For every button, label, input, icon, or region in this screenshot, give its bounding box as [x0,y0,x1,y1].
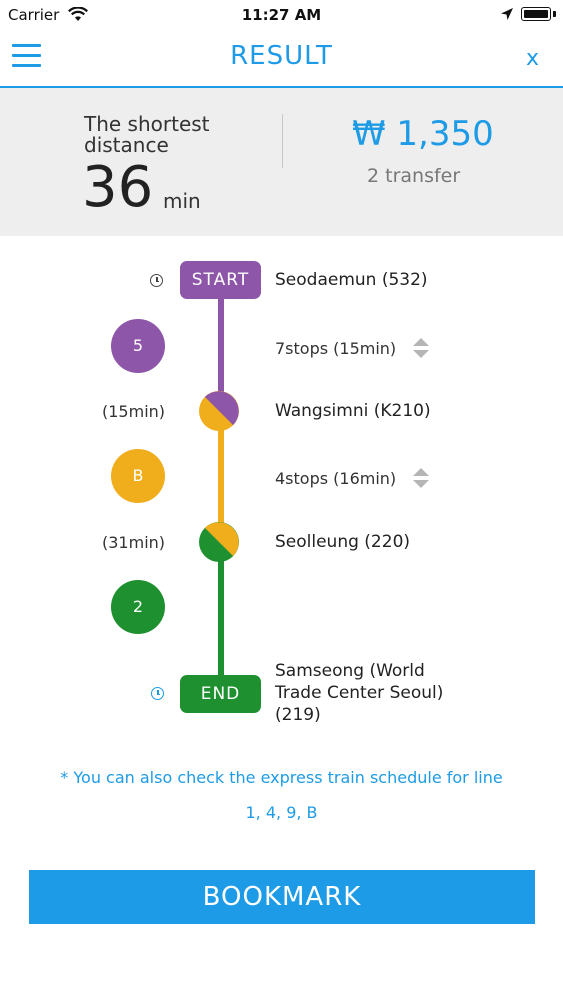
line-5-segment [218,295,224,411]
close-button[interactable]: X [526,46,539,71]
station-name: Seolleung (220) [275,532,411,552]
transfer-node [199,522,239,562]
nav-bar: RESULT X [0,30,563,88]
departure-time-icon[interactable] [150,274,163,287]
station-name-line: Samseong (World [275,661,425,681]
bookmark-button[interactable]: BOOKMARK [29,870,535,924]
label-line-1: The shortest [84,112,210,136]
total-minutes: 36 [82,155,154,220]
elapsed-time: (15min) [102,402,166,421]
line-badge-2: 2 [111,580,165,634]
express-note: * You can also check the express train s… [60,768,503,787]
stops-info: 7stops (15min) [275,339,397,358]
line-2-segment [218,542,224,692]
stops-info: 4stops (16min) [275,469,397,488]
fare-amount: ₩ 1,350 [352,114,494,154]
station-name: Seodaemun (532) [275,270,428,290]
transfer-node [199,391,239,431]
station-name-line: Trade Center Seoul) [275,683,444,703]
arrival-time-icon[interactable] [151,687,164,700]
end-badge: END [180,675,261,713]
battery-icon [521,7,551,21]
battery-tip [553,11,556,17]
express-lines: 1, 4, 9, B [245,803,318,822]
expand-stops-icon[interactable] [412,466,430,490]
shortest-distance-label: The shortest distance [84,114,244,156]
line-b-segment [218,411,224,542]
page-title: RESULT [230,41,333,71]
elapsed-time: (31min) [102,533,166,552]
station-name-line: (219) [275,705,321,725]
line-badge-b: B [111,449,165,503]
start-badge: START [180,261,261,299]
minutes-unit: min [163,189,201,213]
route-summary: The shortest distance 36 min ₩ 1,350 2 t… [0,88,563,236]
label-line-2: distance [84,133,169,157]
status-bar: Carrier 11:27 AM [0,0,563,30]
location-arrow-icon [501,8,513,20]
expand-stops-icon[interactable] [412,336,430,360]
transfer-count: 2 transfer [367,165,461,187]
station-name: Wangsimni (K210) [275,401,431,421]
clock-time: 11:27 AM [241,6,322,24]
station-name: Samseong (World Trade Center Seoul) (219… [275,660,443,726]
line-badge-5: 5 [111,319,165,373]
summary-divider [282,114,283,168]
